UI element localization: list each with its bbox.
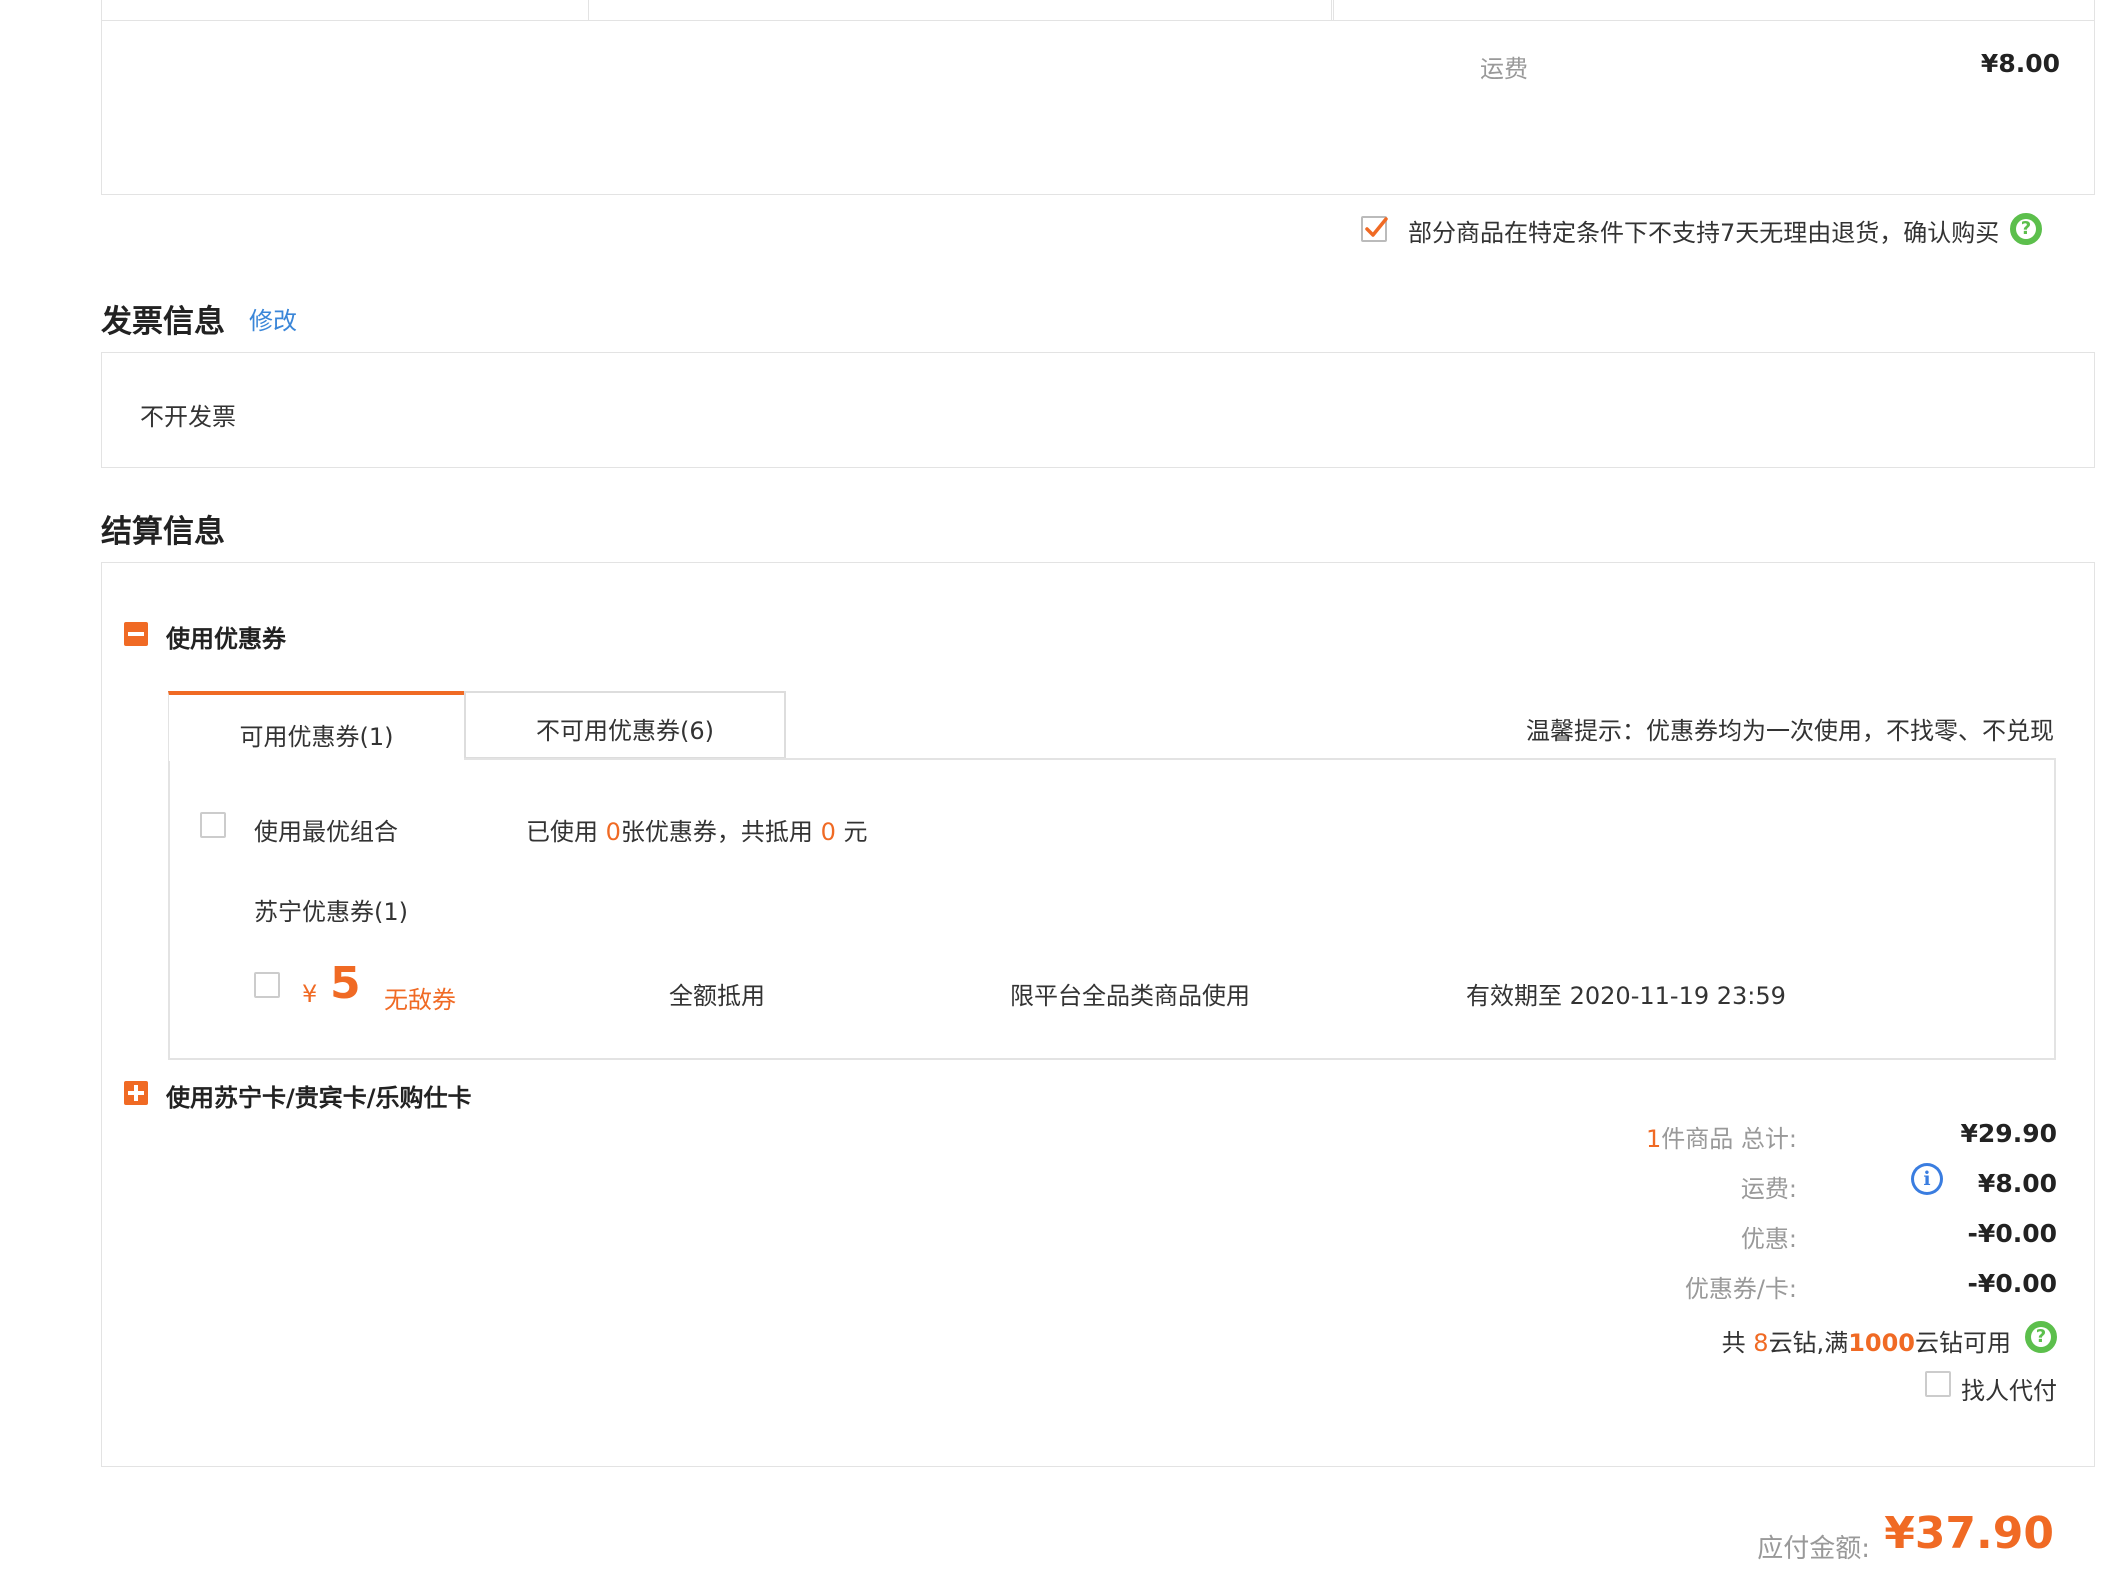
coupon-scope: 限平台全品类商品使用 — [1010, 982, 1250, 1010]
tab-label: 可用优惠券(1) — [239, 723, 394, 751]
checkmark-icon — [1365, 217, 1388, 237]
best-combo-label: 使用最优组合 — [254, 818, 398, 846]
coupon-section-label[interactable]: 使用优惠券 — [166, 619, 286, 654]
coupon-usage: 全额抵用 — [669, 982, 765, 1010]
table-divider — [588, 0, 589, 20]
coupon-type: 无敌券 — [384, 986, 456, 1014]
coupon-amount: 5 — [330, 958, 361, 1009]
best-combo-summary: 已使用 0张优惠券，共抵用 0 元 — [526, 812, 867, 847]
invoice-edit-link[interactable]: 修改 — [249, 301, 297, 336]
coupon-checkbox[interactable] — [254, 972, 280, 998]
coupon-card-value: -¥0.00 — [1967, 1269, 2057, 1298]
table-divider — [1331, 0, 1332, 20]
settlement-box: 使用优惠券 可用优惠券(1) 不可用优惠券(6) 温馨提示：优惠券均为一次使用，… — [101, 562, 2095, 1467]
tab-unavailable-coupons[interactable]: 不可用优惠券(6) — [464, 691, 786, 759]
minus-square-icon[interactable] — [124, 622, 148, 646]
items-count: 1 — [1646, 1125, 1662, 1153]
yunzuan-mid: 云钻,满 — [1768, 1329, 1849, 1357]
coupon-currency: ¥ — [302, 980, 318, 1008]
used-prefix: 已使用 — [526, 818, 598, 846]
best-combo-checkbox[interactable] — [200, 812, 226, 838]
list-item: ¥ 5 无敌券 全额抵用 限平台全品类商品使用 有效期至 2020-11-19 … — [170, 958, 2054, 1028]
discount-value: -¥0.00 — [1967, 1219, 2057, 1248]
coupon-card-label: 优惠券/卡: — [1684, 1275, 1797, 1303]
yunzuan-prefix: 共 — [1721, 1329, 1746, 1357]
table-divider — [1333, 0, 1334, 20]
shipping-value: ¥8.00 — [1980, 49, 2060, 78]
coupon-panel: 使用最优组合 已使用 0张优惠券，共抵用 0 元 苏宁优惠券(1) ¥ 5 无敌… — [168, 758, 2056, 1060]
invoice-value: 不开发票 — [140, 403, 236, 431]
used-count: 0 — [605, 818, 621, 846]
plus-square-icon[interactable] — [124, 1081, 148, 1105]
tab-label: 不可用优惠券(6) — [536, 717, 714, 745]
tab-available-coupons[interactable]: 可用优惠券(1) — [168, 691, 464, 761]
yunzuan-count: 8 — [1753, 1329, 1769, 1357]
coupon-expiry: 有效期至 2020-11-19 23:59 — [1466, 982, 1786, 1010]
card-section-label[interactable]: 使用苏宁卡/贵宾卡/乐购仕卡 — [166, 1078, 472, 1113]
shipping-table: 运费 ¥8.00 — [101, 0, 2095, 195]
used-mid: 张优惠券，共抵用 — [620, 818, 813, 846]
info-circle-icon[interactable]: i — [1911, 1163, 1943, 1195]
yunzuan-suffix: 云钻可用 — [1915, 1329, 2011, 1357]
return-notice-text: 部分商品在特定条件下不支持7天无理由退货，确认购买 — [1408, 219, 2000, 247]
items-total-label: 1件商品 总计: — [1646, 1119, 1797, 1154]
items-total-value: ¥29.90 — [1960, 1119, 2057, 1148]
coupon-group-title: 苏宁优惠券(1) — [254, 898, 408, 926]
table-row-divider — [102, 20, 2094, 21]
proxy-pay-checkbox[interactable] — [1925, 1371, 1951, 1397]
used-amount: 0 — [820, 818, 836, 846]
shipping-label: 运费 — [1480, 55, 1528, 83]
proxy-pay-label[interactable]: 找人代付 — [1961, 1371, 2057, 1406]
used-suffix: 元 — [843, 818, 868, 846]
summary-shipping-label: 运费: — [1740, 1175, 1797, 1203]
settlement-title: 结算信息 — [101, 514, 225, 550]
discount-label: 优惠: — [1740, 1225, 1797, 1253]
question-circle-icon[interactable]: ? — [2025, 1321, 2057, 1353]
payable-value: ¥37.90 — [1884, 1508, 2054, 1559]
payable-label: 应付金额: — [1757, 1534, 1870, 1564]
items-label: 件商品 总计: — [1661, 1125, 1797, 1153]
invoice-box: 不开发票 — [101, 352, 2095, 468]
yunzuan-threshold: 1000 — [1848, 1329, 1915, 1357]
return-confirm-checkbox[interactable] — [1361, 216, 1388, 242]
yunzuan-info: 共 8云钻,满1000云钻可用 — [1722, 1323, 2011, 1358]
summary-shipping-value: ¥8.00 — [1977, 1169, 2057, 1198]
order-summary: 1件商品 总计: ¥29.90 运费: i ¥8.00 优惠: -¥0.00 优… — [1252, 1119, 2057, 1439]
coupon-tip: 温馨提示：优惠券均为一次使用，不找零、不兑现 — [1526, 717, 2054, 745]
question-circle-icon[interactable]: ? — [2010, 213, 2042, 245]
invoice-title: 发票信息 — [101, 304, 225, 340]
